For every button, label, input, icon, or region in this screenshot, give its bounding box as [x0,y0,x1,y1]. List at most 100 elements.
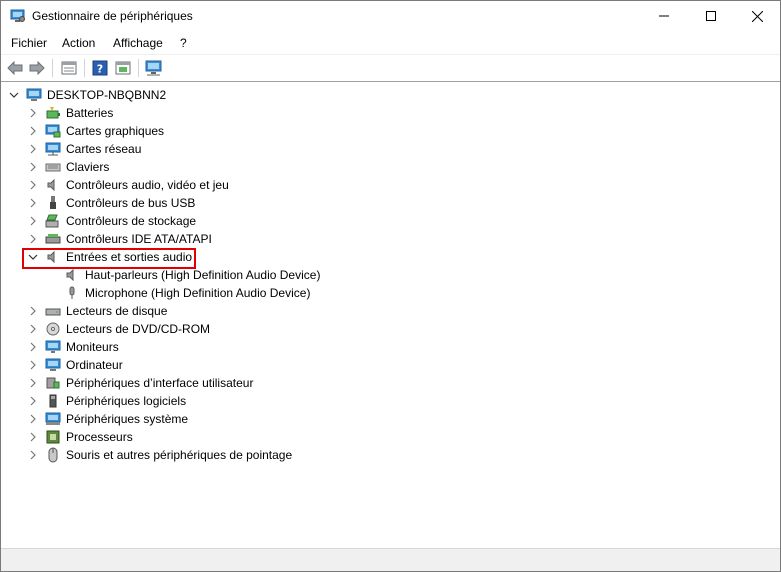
tree-item-label: Périphériques système [66,412,189,426]
tree-item-cartes-reseau[interactable]: Cartes réseau [1,140,780,158]
storage-controller-icon [45,213,61,229]
tree-item-peripheriques-logiciels[interactable]: Périphériques logiciels [1,392,780,410]
svg-text:?: ? [97,63,103,76]
tree-root-label: DESKTOP-NBQBNN2 [47,88,167,102]
close-button[interactable] [734,1,780,31]
menu-help[interactable]: ? [180,36,187,50]
tree-item-claviers[interactable]: Claviers [1,158,780,176]
tree-item-label: Contrôleurs audio, vidéo et jeu [66,178,229,192]
chevron-right-icon[interactable] [27,359,39,371]
tree-item-label: Cartes réseau [66,142,142,156]
highlight-annotation [22,248,196,269]
tree-item-controleurs-audio[interactable]: Contrôleurs audio, vidéo et jeu [1,176,780,194]
tree-item-label: Périphériques d’interface utilisateur [66,376,254,390]
forward-arrow-icon[interactable] [27,58,47,78]
system-device-icon [45,411,61,427]
tree-item-label: Lecteurs de DVD/CD-ROM [66,322,211,336]
chevron-right-icon[interactable] [27,323,39,335]
tree-item-souris[interactable]: Souris et autres périphériques de pointa… [1,446,780,464]
tree-item-label: Contrôleurs de stockage [66,214,197,228]
chevron-right-icon[interactable] [27,107,39,119]
keyboard-icon [45,159,61,175]
menu-bar: Fichier Action Affichage ? [1,32,780,54]
help-icon[interactable]: ? [90,58,110,78]
microphone-icon [64,285,80,301]
scan-hardware-icon[interactable] [144,58,164,78]
speaker-icon [45,177,61,193]
chevron-down-icon[interactable] [8,89,20,101]
computer-icon [45,357,61,373]
chevron-right-icon[interactable] [27,161,39,173]
chevron-right-icon[interactable] [27,179,39,191]
tree-item-batteries[interactable]: Batteries [1,104,780,122]
chevron-right-icon[interactable] [27,377,39,389]
tree-item-label: Contrôleurs IDE ATA/ATAPI [66,232,212,246]
chevron-right-icon[interactable] [27,395,39,407]
chevron-right-icon[interactable] [27,125,39,137]
toolbar-separator [138,59,139,77]
chevron-right-icon[interactable] [27,197,39,209]
hid-icon [45,375,61,391]
device-tree[interactable]: DESKTOP-NBQBNN2 Batteries Cartes graphiq… [1,81,780,547]
chevron-right-icon[interactable] [27,341,39,353]
status-bar [1,548,780,571]
tree-item-label: Haut-parleurs (High Definition Audio Dev… [85,268,321,282]
tree-root[interactable]: DESKTOP-NBQBNN2 [1,86,780,104]
tree-item-processeurs[interactable]: Processeurs [1,428,780,446]
tree-item-peripheriques-hid[interactable]: Périphériques d’interface utilisateur [1,374,780,392]
processor-icon [45,429,61,445]
title-bar[interactable]: Gestionnaire de périphériques [1,1,780,31]
chevron-right-icon[interactable] [27,413,39,425]
tree-item-label: Périphériques logiciels [66,394,187,408]
tree-item-controleurs-ide[interactable]: Contrôleurs IDE ATA/ATAPI [1,230,780,248]
maximize-button[interactable] [688,1,734,31]
tree-item-label: Cartes graphiques [66,124,165,138]
tree-item-label: Microphone (High Definition Audio Device… [85,286,311,300]
window-title: Gestionnaire de périphériques [32,9,193,23]
device-manager-window: Gestionnaire de périphériques Fichier Ac… [0,0,781,572]
tree-item-lecteurs-dvd[interactable]: Lecteurs de DVD/CD-ROM [1,320,780,338]
tree-item-controleurs-stockage[interactable]: Contrôleurs de stockage [1,212,780,230]
menu-action[interactable]: Action [62,36,95,50]
battery-icon [45,105,61,121]
network-adapter-icon [45,141,61,157]
tree-item-peripheriques-systeme[interactable]: Périphériques système [1,410,780,428]
tree-item-lecteurs-disque[interactable]: Lecteurs de disque [1,302,780,320]
tree-item-ordinateur[interactable]: Ordinateur [1,356,780,374]
tree-subitem-microphone[interactable]: Microphone (High Definition Audio Device… [1,284,780,302]
computer-icon [26,87,42,103]
usb-icon [45,195,61,211]
chevron-right-icon[interactable] [27,233,39,245]
tree-item-label: Batteries [66,106,114,120]
tree-item-cartes-graphiques[interactable]: Cartes graphiques [1,122,780,140]
monitor-icon [45,339,61,355]
back-arrow-icon[interactable] [5,58,25,78]
tree-item-label: Claviers [66,160,110,174]
device-manager-app-icon [10,9,26,23]
menu-affichage[interactable]: Affichage [113,36,163,50]
tree-item-label: Souris et autres périphériques de pointa… [66,448,293,462]
tree-item-label: Lecteurs de disque [66,304,168,318]
display-adapter-icon [45,123,61,139]
chevron-right-icon[interactable] [27,431,39,443]
toolbar-separator [84,59,85,77]
ide-controller-icon [45,231,61,247]
chevron-right-icon[interactable] [27,305,39,317]
update-driver-icon[interactable] [113,58,133,78]
dvd-icon [45,321,61,337]
chevron-right-icon[interactable] [27,143,39,155]
minimize-button[interactable] [641,1,687,31]
properties-icon[interactable] [59,58,79,78]
tree-item-label: Ordinateur [66,358,123,372]
software-device-icon [45,393,61,409]
chevron-right-icon[interactable] [27,449,39,461]
menu-fichier[interactable]: Fichier [11,36,47,50]
disk-drive-icon [45,303,61,319]
chevron-right-icon[interactable] [27,215,39,227]
tree-item-controleurs-usb[interactable]: Contrôleurs de bus USB [1,194,780,212]
toolbar: ? [1,54,780,80]
tree-item-moniteurs[interactable]: Moniteurs [1,338,780,356]
mouse-icon [45,447,61,463]
toolbar-separator [52,59,53,77]
speaker-icon [64,267,80,283]
